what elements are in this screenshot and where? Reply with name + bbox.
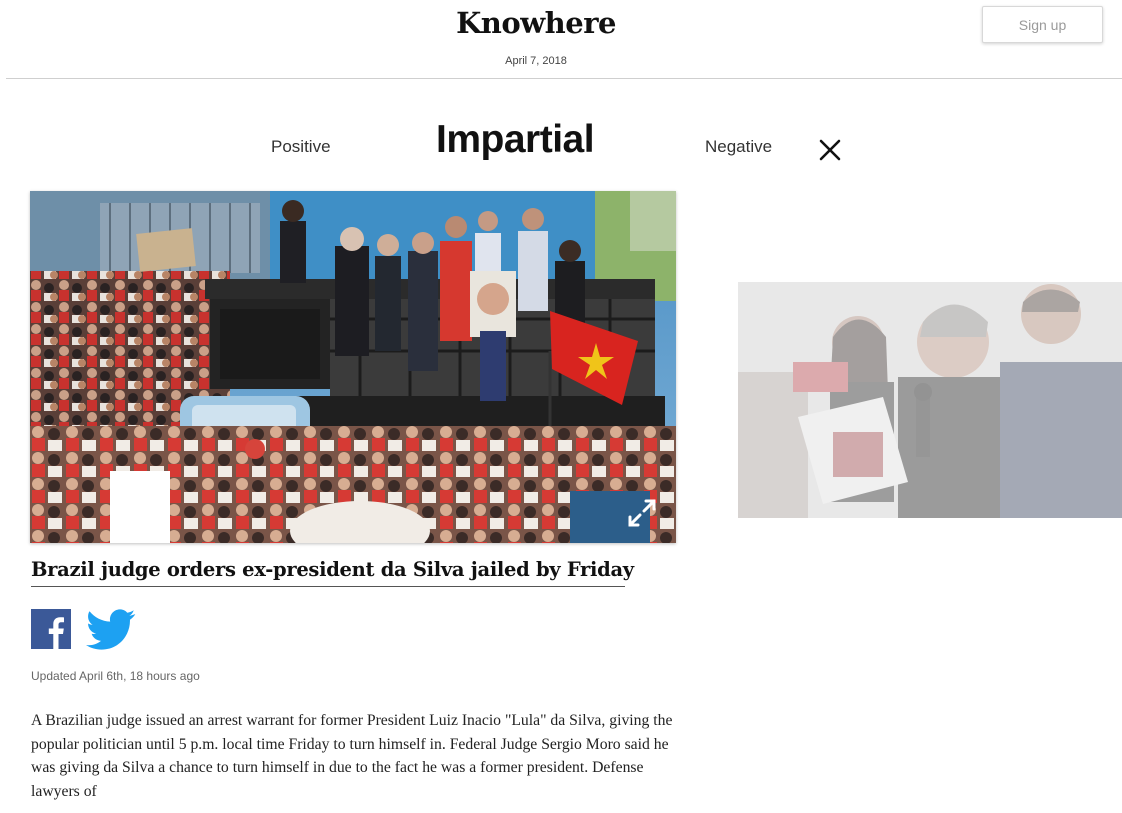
close-icon[interactable] xyxy=(817,137,843,163)
twitter-icon[interactable] xyxy=(86,609,136,651)
article-body: A Brazilian judge issued an arrest warra… xyxy=(31,712,673,800)
signup-button[interactable]: Sign up xyxy=(982,6,1103,43)
tab-positive[interactable]: Positive xyxy=(271,137,331,157)
expand-icon[interactable] xyxy=(626,497,658,529)
header-divider xyxy=(6,78,1122,79)
site-date: April 7, 2018 xyxy=(505,55,567,67)
side-image[interactable] xyxy=(738,282,1122,518)
article-headline[interactable]: Brazil judge orders ex-president da Silv… xyxy=(31,558,634,587)
tab-impartial[interactable]: Impartial xyxy=(436,118,595,162)
site-title[interactable]: Knowhere xyxy=(0,6,1072,40)
page: Knowhere April 7, 2018 Sign up Positive … xyxy=(0,0,1122,813)
updated-timestamp: Updated April 6th, 18 hours ago xyxy=(31,669,200,683)
facebook-icon[interactable] xyxy=(31,609,71,649)
tab-negative[interactable]: Negative xyxy=(705,137,772,157)
article-image[interactable] xyxy=(30,191,676,543)
